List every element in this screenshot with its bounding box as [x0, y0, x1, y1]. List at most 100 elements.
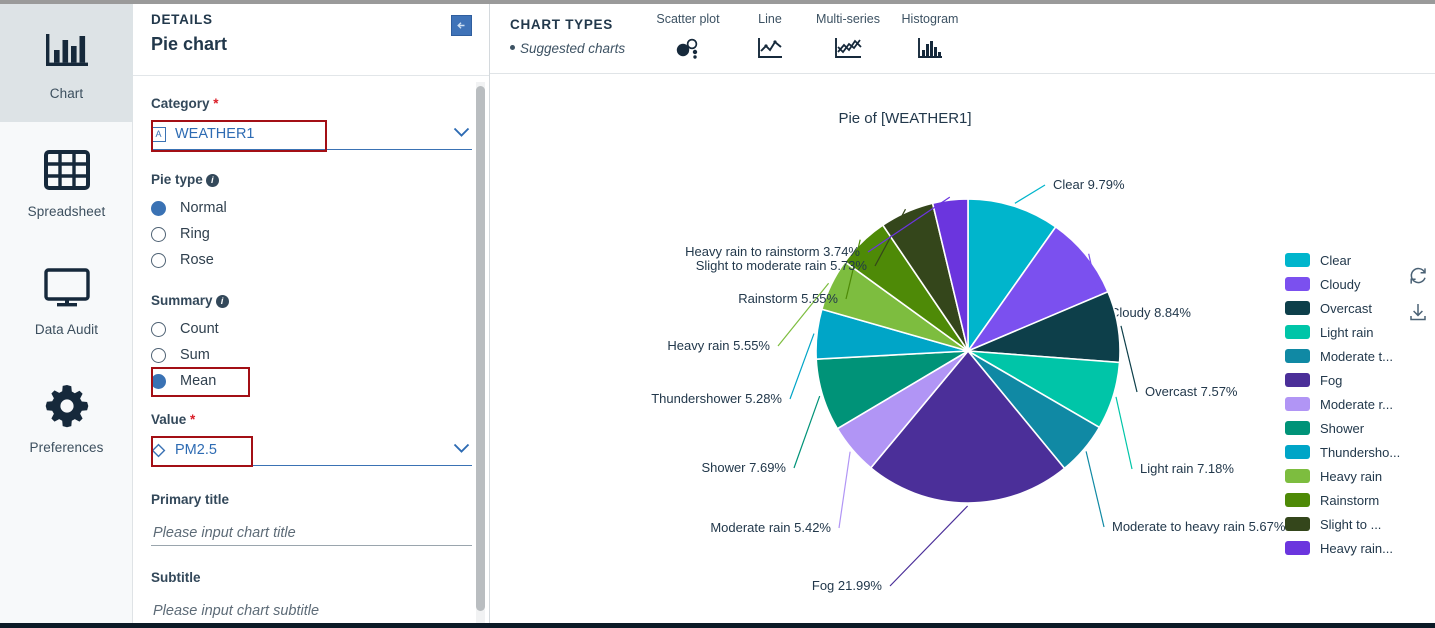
radio-pie-type-ring[interactable]: Ring — [151, 221, 472, 247]
legend-swatch — [1285, 517, 1310, 531]
legend-item[interactable]: Heavy rain — [1285, 464, 1435, 488]
details-kicker: DETAILS — [151, 12, 213, 27]
legend-item[interactable]: Shower — [1285, 416, 1435, 440]
line-chart-icon — [756, 33, 784, 63]
suggested-charts-label: Suggested charts — [510, 41, 625, 56]
pie-slice-label: Moderate rain 5.42% — [710, 520, 831, 535]
legend-label: Overcast — [1320, 300, 1373, 316]
primary-title-label: Primary title — [151, 492, 230, 507]
details-header: DETAILS Pie chart — [133, 4, 489, 76]
chevron-down-icon[interactable] — [453, 125, 470, 143]
pie-slice-label: Slight to moderate rain 5.73% — [696, 258, 868, 273]
details-scrollbar-thumb[interactable] — [476, 86, 485, 611]
radio-label: Sum — [180, 347, 210, 363]
sidebar-item-label: Preferences — [29, 440, 104, 455]
legend-item[interactable]: Clear — [1285, 248, 1435, 272]
chart-types-bar: CHART TYPES Suggested charts Scatter plo… — [490, 4, 1435, 74]
pie-type-label: Pie type i — [151, 172, 472, 187]
radio-indicator — [151, 200, 166, 216]
radio-summary-count[interactable]: Count — [151, 316, 472, 342]
pie-slice-label: Heavy rain 5.55% — [667, 338, 770, 353]
legend-swatch — [1285, 469, 1310, 483]
legend-label: Thundersho... — [1320, 444, 1401, 460]
legend-swatch — [1285, 253, 1310, 267]
radio-label: Mean — [180, 373, 217, 389]
radio-summary-sum[interactable]: Sum — [151, 342, 472, 368]
legend-label: Clear — [1320, 252, 1352, 268]
legend-label: Slight to ... — [1320, 516, 1382, 532]
legend-swatch — [1285, 421, 1310, 435]
chart-type-label: Multi-series — [816, 12, 880, 26]
collapse-panel-icon[interactable] — [451, 15, 472, 36]
pie-leader-line — [1014, 184, 1046, 204]
legend-swatch — [1285, 541, 1310, 555]
radio-summary-mean[interactable]: Mean — [151, 368, 472, 394]
sidebar-item-preferences[interactable]: Preferences — [0, 358, 133, 476]
multi-series-icon — [833, 33, 863, 63]
pie-type-field: Pie type i Normal Ring Rose — [133, 172, 490, 273]
radio-pie-type-rose[interactable]: Rose — [151, 247, 472, 273]
legend-item[interactable]: Heavy rain... — [1285, 536, 1435, 560]
sidebar-item-spreadsheet[interactable]: Spreadsheet — [0, 122, 133, 240]
value-select[interactable]: PM2.5 — [151, 435, 472, 466]
legend-label: Light rain — [1320, 324, 1374, 340]
value-label: Value * — [151, 412, 196, 427]
info-icon[interactable]: i — [215, 295, 229, 308]
chart-type-scatter-plot[interactable]: Scatter plot — [652, 8, 724, 70]
legend-swatch — [1285, 445, 1310, 459]
legend-item[interactable]: Moderate r... — [1285, 392, 1435, 416]
pie-leader-line — [1120, 325, 1138, 393]
pie-slice-label: Fog 21.99% — [812, 578, 883, 593]
pie-slice-label: Heavy rain to rainstorm 3.74% — [685, 244, 860, 259]
subtitle-input[interactable] — [151, 602, 472, 620]
chart-types-title: CHART TYPES — [510, 17, 613, 32]
pie-slice-label: Clear 9.79% — [1053, 177, 1125, 192]
sidebar-item-data-audit[interactable]: Data Audit — [0, 240, 133, 358]
legend-item[interactable]: Overcast — [1285, 296, 1435, 320]
subtitle-field: Subtitle — [133, 570, 490, 623]
info-icon[interactable]: i — [205, 174, 219, 187]
legend-item[interactable]: Fog — [1285, 368, 1435, 392]
chart-type-line[interactable]: Line — [734, 8, 806, 70]
legend-label: Moderate t... — [1320, 348, 1393, 364]
legend-item[interactable]: Moderate t... — [1285, 344, 1435, 368]
details-panel: DETAILS Pie chart Category * A WEATHER1 — [133, 4, 490, 628]
legend-label: Cloudy — [1320, 276, 1361, 292]
category-field: Category * A WEATHER1 — [133, 96, 490, 152]
monitor-icon — [43, 261, 91, 315]
primary-title-input[interactable] — [151, 524, 472, 542]
legend-item[interactable]: Thundersho... — [1285, 440, 1435, 464]
pie-leader-line — [1085, 451, 1105, 528]
legend-swatch — [1285, 397, 1310, 411]
sidebar-item-label: Chart — [49, 86, 84, 101]
value-value: PM2.5 — [175, 442, 217, 458]
legend-label: Heavy rain... — [1320, 540, 1393, 556]
legend-item[interactable]: Cloudy — [1285, 272, 1435, 296]
legend-item[interactable]: Slight to ... — [1285, 512, 1435, 536]
legend-item[interactable]: Light rain — [1285, 320, 1435, 344]
category-value: WEATHER1 — [175, 126, 255, 142]
chart-type-label: Line — [758, 12, 782, 26]
category-label: Category * — [151, 96, 219, 111]
legend-item[interactable]: Rainstorm — [1285, 488, 1435, 512]
pie-slice-label: Light rain 7.18% — [1140, 461, 1234, 476]
chart-type-histogram[interactable]: Histogram — [894, 8, 966, 70]
sidebar-item-chart[interactable]: Chart — [0, 4, 133, 122]
subtitle-input-row[interactable] — [151, 593, 472, 623]
legend-label: Heavy rain — [1320, 468, 1383, 484]
category-select[interactable]: A WEATHER1 — [151, 119, 472, 150]
text-type-A-icon: A — [151, 126, 166, 142]
legend-swatch — [1285, 493, 1310, 507]
legend-swatch — [1285, 349, 1310, 363]
radio-label: Normal — [180, 200, 227, 216]
chart-type-multi-series[interactable]: Multi-series — [812, 8, 884, 70]
pie-slice-label: Shower 7.69% — [701, 460, 786, 475]
chevron-down-icon[interactable] — [453, 441, 470, 459]
numeric-diamond-icon — [151, 443, 166, 458]
pie-slice-label: Thundershower 5.28% — [651, 391, 782, 406]
details-body: Category * A WEATHER1 Pie typei Normal — [133, 76, 490, 623]
radio-indicator — [151, 373, 166, 389]
grid-table-icon — [43, 143, 90, 197]
primary-title-input-row[interactable] — [151, 515, 472, 546]
radio-pie-type-normal[interactable]: Normal — [151, 195, 472, 221]
